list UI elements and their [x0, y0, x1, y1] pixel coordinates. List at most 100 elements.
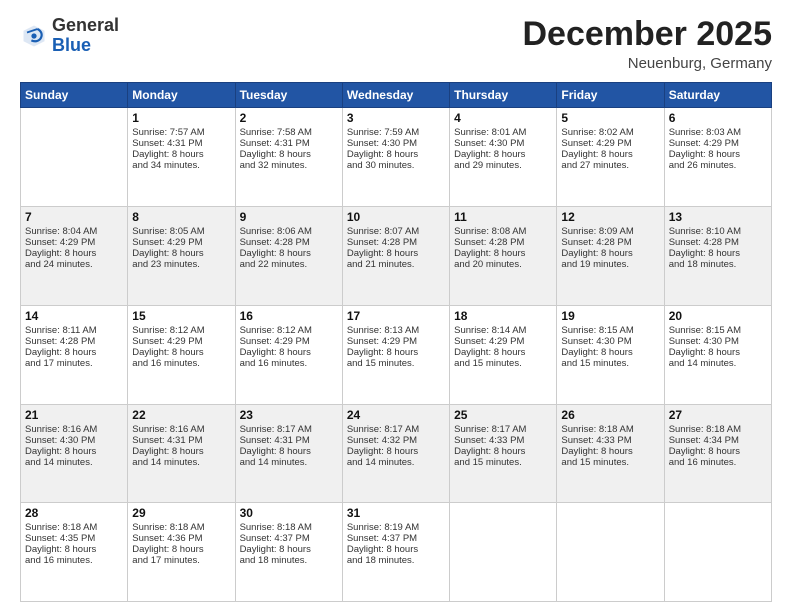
day-info: and 19 minutes.: [561, 259, 659, 270]
day-info: Daylight: 8 hours: [454, 149, 552, 160]
day-number: 24: [347, 408, 445, 422]
calendar-cell: 29Sunrise: 8:18 AMSunset: 4:36 PMDayligh…: [128, 503, 235, 602]
calendar-cell: 10Sunrise: 8:07 AMSunset: 4:28 PMDayligh…: [342, 207, 449, 306]
calendar-cell: 24Sunrise: 8:17 AMSunset: 4:32 PMDayligh…: [342, 404, 449, 503]
day-info: Sunset: 4:32 PM: [347, 435, 445, 446]
day-info: Daylight: 8 hours: [347, 248, 445, 259]
day-info: and 30 minutes.: [347, 160, 445, 171]
day-info: and 34 minutes.: [132, 160, 230, 171]
day-info: and 23 minutes.: [132, 259, 230, 270]
day-info: and 24 minutes.: [25, 259, 123, 270]
day-info: Sunrise: 8:13 AM: [347, 325, 445, 336]
day-number: 3: [347, 111, 445, 125]
calendar-cell: 26 Sunrise: 8:18 AMSunset: 4:33 PMDayligh…: [557, 404, 664, 503]
day-info: Sunrise: 8:15 AM: [561, 325, 659, 336]
day-number: 13: [669, 210, 767, 224]
calendar-cell: 14Sunrise: 8:11 AMSunset: 4:28 PMDayligh…: [21, 305, 128, 404]
day-info: Daylight: 8 hours: [240, 149, 338, 160]
day-info: and 15 minutes.: [561, 358, 659, 369]
day-info: Sunset: 4:29 PM: [561, 138, 659, 149]
day-info: Sunset: 4:37 PM: [240, 533, 338, 544]
day-info: and 29 minutes.: [454, 160, 552, 171]
calendar-cell: 7Sunrise: 8:04 AMSunset: 4:29 PMDaylight…: [21, 207, 128, 306]
week-row-3: 21Sunrise: 8:16 AMSunset: 4:30 PMDayligh…: [21, 404, 772, 503]
day-number: 25: [454, 408, 552, 422]
day-info: and 16 minutes.: [132, 358, 230, 369]
day-info: Sunset: 4:29 PM: [669, 138, 767, 149]
day-info: Sunrise: 8:16 AM: [132, 424, 230, 435]
calendar-cell: 21Sunrise: 8:16 AMSunset: 4:30 PMDayligh…: [21, 404, 128, 503]
day-info: Sunrise: 8:12 AM: [132, 325, 230, 336]
day-info: Sunrise: 8:17 AM: [347, 424, 445, 435]
day-number: 10: [347, 210, 445, 224]
day-info: and 22 minutes.: [240, 259, 338, 270]
calendar-cell: 13Sunrise: 8:10 AMSunset: 4:28 PMDayligh…: [664, 207, 771, 306]
day-info: and 27 minutes.: [561, 160, 659, 171]
day-number: 16: [240, 309, 338, 323]
day-info: Sunset: 4:30 PM: [25, 435, 123, 446]
day-info: and 16 minutes.: [240, 358, 338, 369]
day-info: and 14 minutes.: [347, 457, 445, 468]
day-info: Sunrise: 8:19 AM: [347, 522, 445, 533]
calendar-cell: 15Sunrise: 8:12 AMSunset: 4:29 PMDayligh…: [128, 305, 235, 404]
day-info: Sunset: 4:31 PM: [240, 435, 338, 446]
day-number: 23: [240, 408, 338, 422]
day-info: Sunset: 4:29 PM: [454, 336, 552, 347]
calendar-cell: 22Sunrise: 8:16 AMSunset: 4:31 PMDayligh…: [128, 404, 235, 503]
day-number: 7: [25, 210, 123, 224]
day-info: and 32 minutes.: [240, 160, 338, 171]
day-number: 14: [25, 309, 123, 323]
day-number: 6: [669, 111, 767, 125]
day-info: Sunset: 4:30 PM: [347, 138, 445, 149]
day-info: Sunset: 4:33 PM: [561, 435, 659, 446]
day-info: and 16 minutes.: [25, 555, 123, 566]
day-info: Daylight: 8 hours: [454, 446, 552, 457]
day-info: and 16 minutes.: [669, 457, 767, 468]
day-info: Sunrise: 8:18 AM: [132, 522, 230, 533]
calendar-cell: 3Sunrise: 7:59 AMSunset: 4:30 PMDaylight…: [342, 108, 449, 207]
calendar-cell: 12Sunrise: 8:09 AMSunset: 4:28 PMDayligh…: [557, 207, 664, 306]
calendar-cell: [450, 503, 557, 602]
day-info: Sunrise: 8:18 AM: [561, 424, 659, 435]
day-number: 12: [561, 210, 659, 224]
day-info: Sunset: 4:30 PM: [669, 336, 767, 347]
day-info: Sunset: 4:29 PM: [132, 237, 230, 248]
day-info: Sunset: 4:29 PM: [240, 336, 338, 347]
col-header-tuesday: Tuesday: [235, 83, 342, 108]
day-info: Sunset: 4:29 PM: [25, 237, 123, 248]
day-number: 20: [669, 309, 767, 323]
week-row-4: 28Sunrise: 8:18 AMSunset: 4:35 PMDayligh…: [21, 503, 772, 602]
day-number: 4: [454, 111, 552, 125]
calendar-cell: 31Sunrise: 8:19 AMSunset: 4:37 PMDayligh…: [342, 503, 449, 602]
day-info: Sunrise: 7:59 AM: [347, 127, 445, 138]
calendar-cell: 11Sunrise: 8:08 AMSunset: 4:28 PMDayligh…: [450, 207, 557, 306]
day-info: Daylight: 8 hours: [561, 248, 659, 259]
day-info: Daylight: 8 hours: [561, 446, 659, 457]
day-info: and 14 minutes.: [25, 457, 123, 468]
day-number: 27: [669, 408, 767, 422]
day-number: 18: [454, 309, 552, 323]
day-info: Daylight: 8 hours: [454, 248, 552, 259]
calendar-cell: 1Sunrise: 7:57 AMSunset: 4:31 PMDaylight…: [128, 108, 235, 207]
day-number: 11: [454, 210, 552, 224]
calendar-cell: [21, 108, 128, 207]
calendar-cell: 2Sunrise: 7:58 AMSunset: 4:31 PMDaylight…: [235, 108, 342, 207]
day-info: Sunrise: 8:07 AM: [347, 226, 445, 237]
day-info: Daylight: 8 hours: [25, 544, 123, 555]
calendar-header-row: SundayMondayTuesdayWednesdayThursdayFrid…: [21, 83, 772, 108]
calendar-cell: 27Sunrise: 8:18 AMSunset: 4:34 PMDayligh…: [664, 404, 771, 503]
day-info: Sunrise: 8:01 AM: [454, 127, 552, 138]
day-info: Daylight: 8 hours: [454, 347, 552, 358]
day-info: Sunset: 4:28 PM: [240, 237, 338, 248]
day-info: Sunrise: 8:05 AM: [132, 226, 230, 237]
day-info: Sunrise: 8:15 AM: [669, 325, 767, 336]
day-number: 1: [132, 111, 230, 125]
day-info: Sunset: 4:28 PM: [561, 237, 659, 248]
day-number: 15: [132, 309, 230, 323]
day-info: Sunset: 4:33 PM: [454, 435, 552, 446]
calendar-cell: 25Sunrise: 8:17 AMSunset: 4:33 PMDayligh…: [450, 404, 557, 503]
day-number: 26: [561, 408, 659, 422]
calendar-cell: 8Sunrise: 8:05 AMSunset: 4:29 PMDaylight…: [128, 207, 235, 306]
page: General Blue December 2025 Neuenburg, Ge…: [0, 0, 792, 612]
day-info: Sunset: 4:31 PM: [132, 138, 230, 149]
